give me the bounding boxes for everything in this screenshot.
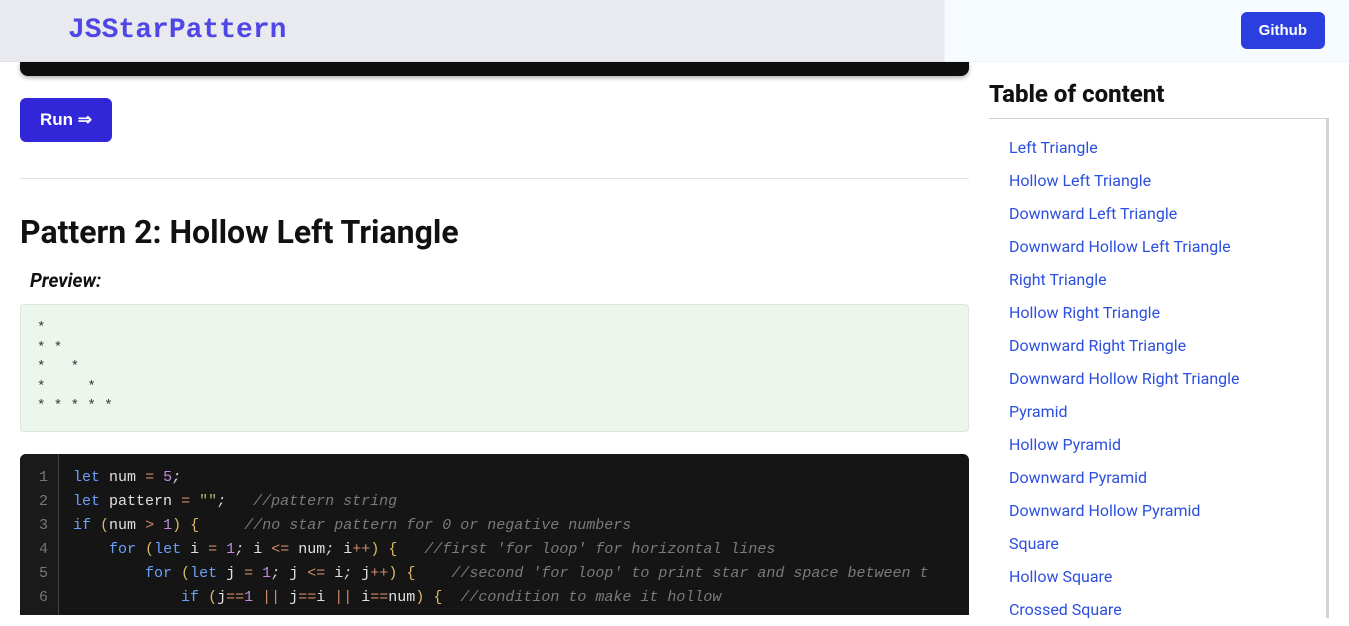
toc-item-hollow-pyramid[interactable]: Hollow Pyramid	[989, 428, 1326, 461]
toc-item-downward-hollow-pyramid[interactable]: Downward Hollow Pyramid	[989, 494, 1326, 527]
toc-item-crossed-square[interactable]: Crossed Square	[989, 593, 1326, 626]
line-gutter: 1 2 3 4 5 6	[20, 454, 59, 615]
body-wrap: Run ⇒ Pattern 2: Hollow Left Triangle Pr…	[0, 0, 1349, 615]
toc-item-left-triangle[interactable]: Left Triangle	[989, 131, 1326, 164]
line-number: 1	[34, 466, 48, 490]
header: JSStarPattern Github	[0, 0, 1349, 62]
brand-logo[interactable]: JSStarPattern	[24, 15, 286, 46]
preview-output: * * * * * * * * * * * *	[20, 304, 969, 432]
preview-label: Preview:	[30, 269, 969, 292]
section-divider	[20, 178, 969, 179]
toc-item-hollow-square[interactable]: Hollow Square	[989, 560, 1326, 593]
github-button[interactable]: Github	[1241, 12, 1325, 49]
line-number: 6	[34, 586, 48, 610]
toc-item-hollow-left-triangle[interactable]: Hollow Left Triangle	[989, 164, 1326, 197]
line-number: 5	[34, 562, 48, 586]
toc-item-downward-left-triangle[interactable]: Downward Left Triangle	[989, 197, 1326, 230]
line-number: 4	[34, 538, 48, 562]
toc-item-downward-hollow-left-triangle[interactable]: Downward Hollow Left Triangle	[989, 230, 1326, 263]
code-content[interactable]: let num = 5; let pattern = ""; //pattern…	[59, 454, 969, 615]
toc-item-downward-right-triangle[interactable]: Downward Right Triangle	[989, 329, 1326, 362]
toc-item-right-triangle[interactable]: Right Triangle	[989, 263, 1326, 296]
line-number: 3	[34, 514, 48, 538]
toc-item-hollow-right-triangle[interactable]: Hollow Right Triangle	[989, 296, 1326, 329]
toc-title: Table of content	[989, 80, 1329, 108]
toc-list: Left Triangle Hollow Left Triangle Downw…	[989, 118, 1329, 618]
toc-item-downward-pyramid[interactable]: Downward Pyramid	[989, 461, 1326, 494]
toc-item-square[interactable]: Square	[989, 527, 1326, 560]
pattern-title: Pattern 2: Hollow Left Triangle	[20, 213, 969, 251]
run-button[interactable]: Run ⇒	[20, 98, 112, 142]
toc-item-pyramid[interactable]: Pyramid	[989, 395, 1326, 428]
code-block: 1 2 3 4 5 6 let num = 5; let pattern = "…	[20, 454, 969, 615]
toc-item-downward-hollow-right-triangle[interactable]: Downward Hollow Right Triangle	[989, 362, 1326, 395]
prev-code-block-tail	[20, 62, 969, 76]
line-number: 2	[34, 490, 48, 514]
main-content: Run ⇒ Pattern 2: Hollow Left Triangle Pr…	[0, 62, 989, 615]
sidebar: Table of content Left Triangle Hollow Le…	[989, 62, 1349, 615]
